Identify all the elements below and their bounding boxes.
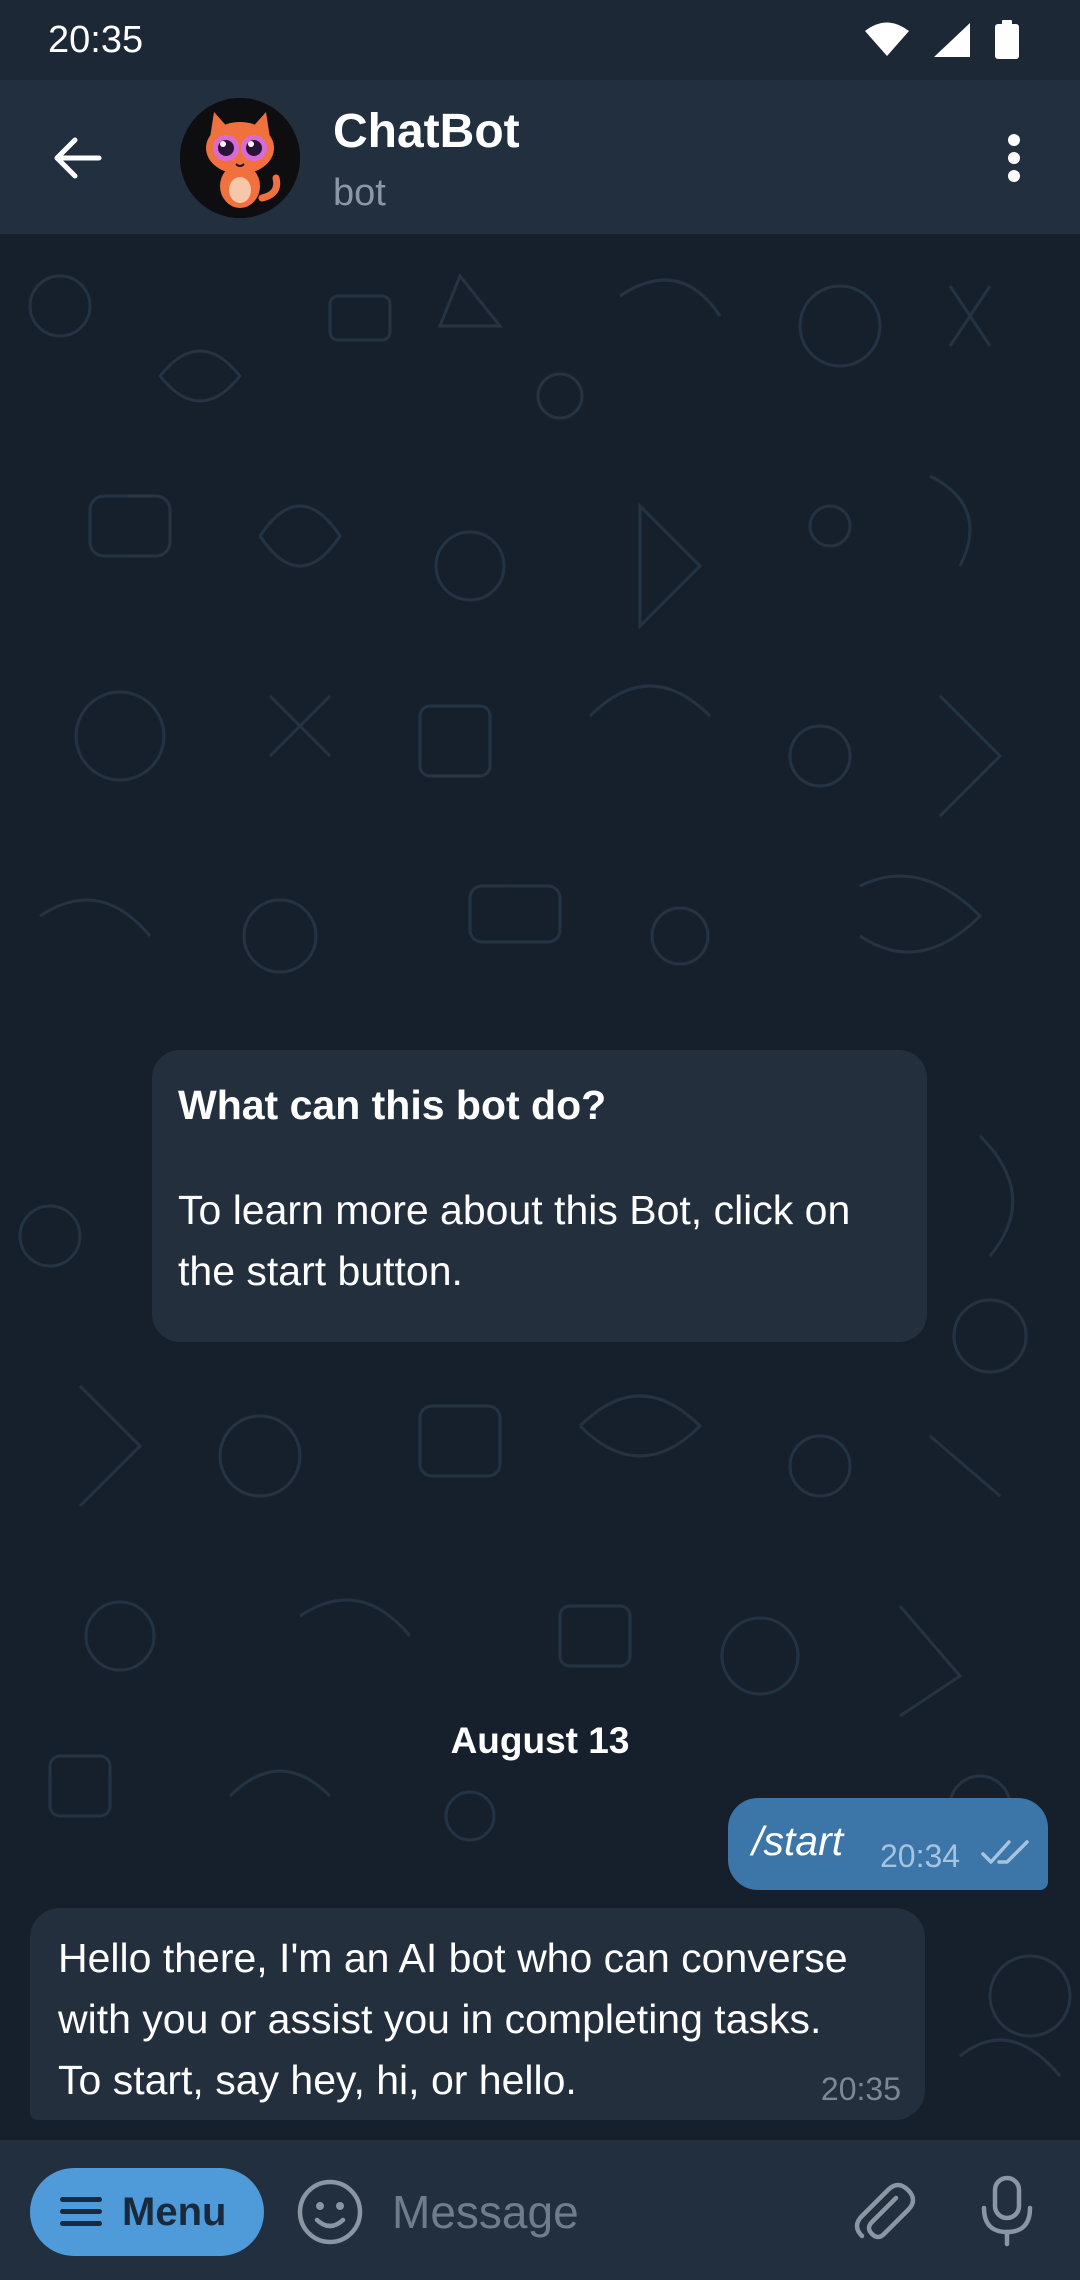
more-options-button[interactable] [980, 124, 1048, 192]
message-text: Hello there, I'm an AI bot who can conve… [58, 1935, 848, 2103]
menu-label: Menu [122, 2189, 227, 2234]
mic-icon[interactable] [972, 2174, 1042, 2248]
incoming-message[interactable]: Hello there, I'm an AI bot who can conve… [30, 1908, 925, 2120]
back-button[interactable] [44, 124, 112, 192]
battery-icon [995, 20, 1019, 59]
avatar[interactable] [180, 98, 300, 218]
back-arrow-icon [54, 137, 102, 179]
cat-avatar-icon [180, 98, 300, 218]
bot-info-card: What can this bot do? To learn more abou… [152, 1050, 927, 1342]
status-bar: 20:35 [0, 0, 1080, 80]
message-input-bar: Menu [0, 2140, 1080, 2280]
double-check-icon [981, 1840, 1029, 1864]
chat-header: ChatBot bot [0, 80, 1080, 236]
message-input[interactable] [392, 2172, 812, 2252]
chat-area[interactable]: What can this bot do? To learn more abou… [0, 236, 1080, 2140]
status-icons [864, 20, 1020, 60]
bot-info-title: What can this bot do? [178, 1082, 607, 1128]
message-time: 20:35 [820, 2071, 901, 2107]
status-time: 20:35 [48, 18, 144, 61]
paperclip-icon[interactable] [846, 2176, 916, 2246]
date-separator: August 13 [450, 1720, 630, 1761]
bot-menu-button[interactable]: Menu [30, 2168, 264, 2256]
message-text: /start [752, 1818, 844, 1864]
signal-icon [934, 23, 970, 57]
chat-title[interactable]: ChatBot [333, 104, 520, 159]
chat-subtitle: bot [333, 172, 386, 214]
wifi-icon [865, 22, 909, 56]
message-time: 20:34 [880, 1838, 961, 1874]
emoji-icon[interactable] [296, 2178, 364, 2246]
bot-info-body: To learn more about this Bot, click on t… [178, 1187, 851, 1294]
more-vert-icon [1008, 134, 1020, 182]
menu-lines-icon [60, 2197, 102, 2226]
outgoing-message[interactable]: /start 20:34 [728, 1798, 1048, 1890]
